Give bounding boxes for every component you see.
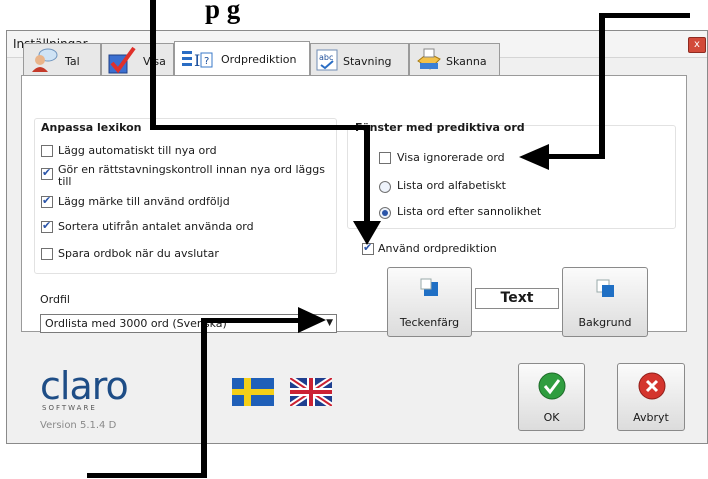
- tab-label: Skanna: [446, 55, 487, 68]
- svg-text:?: ?: [204, 56, 209, 67]
- text-color-label: Teckenfärg: [399, 316, 460, 329]
- wordlist-label: Ordfil: [40, 293, 70, 306]
- uk-flag-icon[interactable]: [290, 378, 332, 406]
- auto-add-label: Lägg automatiskt till nya ord: [58, 144, 217, 157]
- annotation-arrow: [150, 125, 368, 130]
- sort-probability-radio[interactable]: [379, 207, 391, 219]
- cancel-label: Avbryt: [633, 411, 669, 424]
- cancel-x-icon: [638, 372, 666, 400]
- use-prediction-label: Använd ordprediktion: [378, 242, 497, 255]
- close-button[interactable]: x: [688, 37, 706, 53]
- chevron-down-icon: ▼: [326, 318, 333, 328]
- save-dictionary-checkbox[interactable]: [41, 248, 53, 260]
- arrowhead-left: [519, 144, 549, 170]
- text-color-button[interactable]: Teckenfärg: [387, 267, 472, 337]
- claro-logo: claro: [40, 364, 129, 408]
- spellcheck-checkbox[interactable]: [41, 166, 53, 180]
- tab-label: Stavning: [343, 55, 392, 68]
- background-label: Bakgrund: [578, 316, 632, 329]
- sort-probability-label: Lista ord efter sannolikhet: [397, 205, 542, 218]
- annotation-arrow: [599, 13, 605, 159]
- checkmark-icon: [108, 46, 136, 74]
- cancel-button[interactable]: Avbryt: [617, 363, 685, 431]
- svg-text:I: I: [194, 51, 200, 70]
- tab-tal[interactable]: Tal: [23, 43, 101, 75]
- checkmark-circle-icon: [538, 372, 566, 400]
- wordlist-value: Ordlista med 3000 ord (Svenska): [45, 317, 227, 330]
- tab-visa[interactable]: Visa: [101, 43, 174, 75]
- color-swatch-icon: [596, 279, 614, 297]
- annotation-arrow: [87, 473, 207, 478]
- arrowhead-down: [353, 221, 381, 245]
- background-color-button[interactable]: Bakgrund: [562, 267, 648, 337]
- claro-logo-sub: SOFTWARE: [42, 404, 97, 412]
- svg-text:abc: abc: [319, 53, 333, 62]
- text-sample: Text: [475, 288, 559, 309]
- person-speech-icon: [32, 48, 58, 72]
- sort-by-count-label: Sortera utifrån antalet använda ord: [58, 220, 254, 233]
- annotation-arrow: [546, 154, 605, 159]
- wordlist-select[interactable]: Ordlista med 3000 ord (Svenska) ▼: [40, 314, 337, 333]
- show-ignored-checkbox[interactable]: [379, 152, 391, 164]
- annotation-arrow: [201, 318, 301, 323]
- word-prediction-icon: I ?: [182, 51, 213, 70]
- annotation-arrow: [150, 0, 156, 128]
- prediction-window-title: Fönster med prediktiva ord: [355, 121, 525, 134]
- save-dictionary-label: Spara ordbok när du avslutar: [58, 247, 219, 260]
- lexicon-group-title: Anpassa lexikon: [41, 121, 142, 134]
- tab-label: Tal: [65, 55, 80, 68]
- spellcheck-label: Gör en rättstavningskontroll innan nya o…: [58, 163, 325, 188]
- show-ignored-label: Visa ignorerade ord: [397, 151, 505, 164]
- swedish-flag-icon[interactable]: [232, 378, 274, 406]
- sort-alphabetic-label: Lista ord alfabetiskt: [397, 179, 506, 192]
- tab-stavning[interactable]: abc Stavning: [310, 43, 409, 75]
- tab-skanna[interactable]: Skanna: [409, 43, 500, 75]
- annotation-heading: p g: [205, 0, 241, 24]
- version-label: Version 5.1.4 D: [40, 420, 117, 431]
- arrowhead-right: [298, 307, 326, 333]
- tab-ordprediktion[interactable]: I ? Ordprediktion: [174, 41, 310, 75]
- spelling-abc-icon: abc: [316, 49, 338, 71]
- sort-alphabetic-radio[interactable]: [379, 181, 391, 193]
- annotation-arrow: [201, 318, 207, 478]
- word-order-checkbox[interactable]: [41, 194, 53, 208]
- sort-by-count-checkbox[interactable]: [41, 219, 53, 233]
- word-order-label: Lägg märke till använd ordföljd: [58, 195, 230, 208]
- tab-label: Ordprediktion: [221, 53, 297, 66]
- annotation-arrow: [364, 125, 370, 225]
- ok-button[interactable]: OK: [518, 363, 585, 431]
- annotation-arrow: [599, 13, 690, 18]
- ok-label: OK: [543, 411, 560, 424]
- auto-add-checkbox[interactable]: [41, 145, 53, 157]
- scanner-icon: [417, 48, 441, 70]
- color-swatch-icon: [420, 278, 438, 296]
